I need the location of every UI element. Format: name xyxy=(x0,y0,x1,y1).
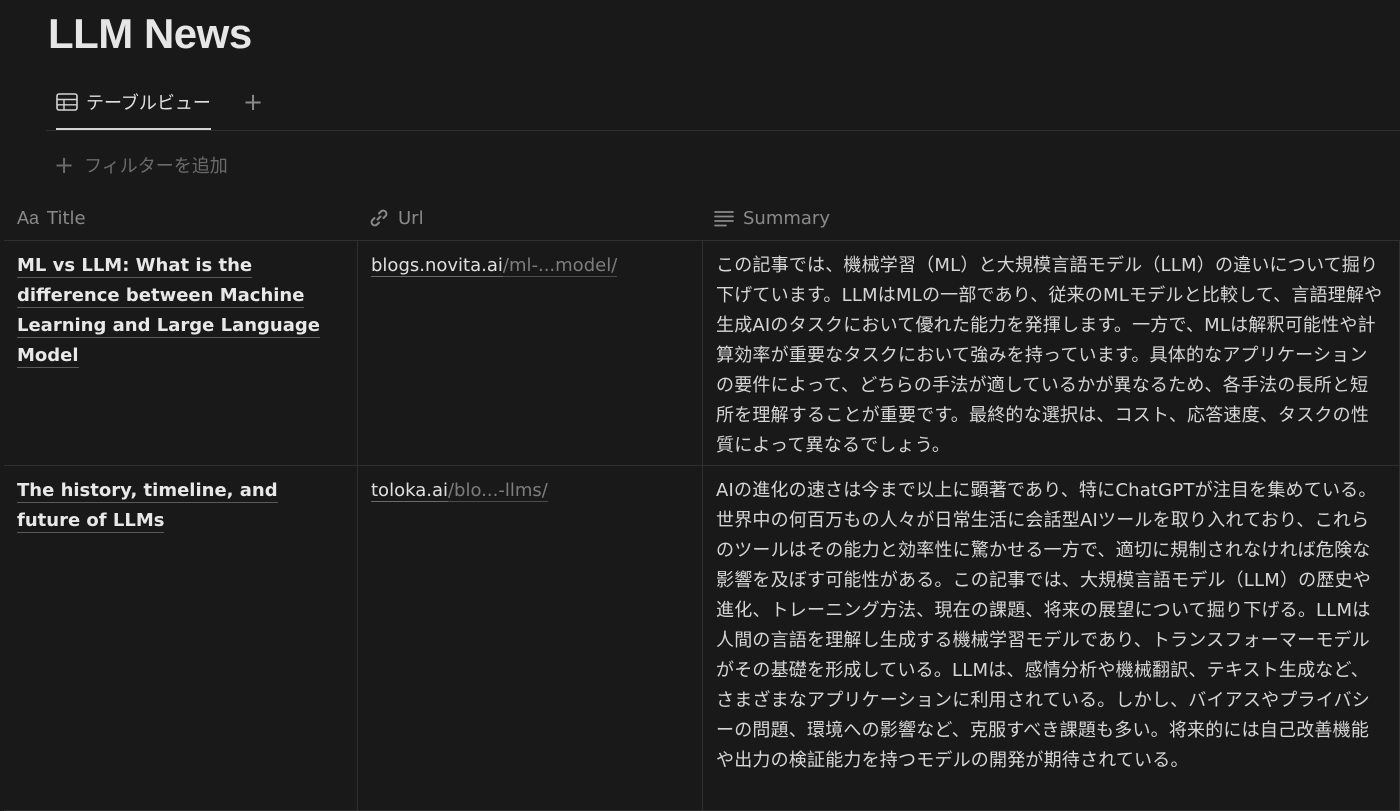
url-link[interactable]: toloka.ai/blo...-llms/ xyxy=(371,476,690,506)
summary-cell[interactable]: AIの進化の速さは今まで以上に顕著であり、特にChatGPTが注目を集めている。… xyxy=(703,466,1400,810)
title-cell[interactable]: ML vs LLM: What is the difference betwee… xyxy=(4,241,358,465)
table-icon xyxy=(56,93,78,111)
url-path: /ml-...model/ xyxy=(502,255,618,277)
view-bar: テーブルビュー + xyxy=(46,84,1400,131)
column-label: Summary xyxy=(743,207,830,229)
add-filter-button[interactable]: + フィルターを追加 xyxy=(54,150,228,180)
database-table: Aa Title Url Summary ML vs LLM: What is … xyxy=(4,196,1400,811)
summary-text: AIの進化の速さは今まで以上に顕著であり、特にChatGPTが注目を集めている。… xyxy=(716,480,1377,771)
url-path: /blo...-llms/ xyxy=(447,480,548,502)
column-label: Title xyxy=(47,207,86,229)
row-title: The history, timeline, and future of LLM… xyxy=(17,480,278,533)
text-lines-icon xyxy=(713,209,735,227)
url-cell[interactable]: toloka.ai/blo...-llms/ xyxy=(358,466,703,810)
url-host: blogs.novita.ai xyxy=(371,255,503,277)
url-host: toloka.ai xyxy=(371,480,448,502)
column-header-url[interactable]: Url xyxy=(358,196,703,240)
url-link[interactable]: blogs.novita.ai/ml-...model/ xyxy=(371,251,690,281)
plus-icon: + xyxy=(54,151,75,179)
summary-cell[interactable]: この記事では、機械学習（ML）と大規模言語モデル（LLM）の違いについて掘り下げ… xyxy=(703,241,1400,465)
table-header: Aa Title Url Summary xyxy=(4,196,1400,241)
text-type-icon: Aa xyxy=(17,207,40,228)
column-header-summary[interactable]: Summary xyxy=(703,196,1400,240)
summary-text: この記事では、機械学習（ML）と大規模言語モデル（LLM）の違いについて掘り下げ… xyxy=(716,255,1383,456)
row-title-link[interactable]: ML vs LLM: What is the difference betwee… xyxy=(17,251,345,371)
tab-label: テーブルビュー xyxy=(86,93,211,114)
title-cell[interactable]: The history, timeline, and future of LLM… xyxy=(4,466,358,810)
tab-table-view[interactable]: テーブルビュー xyxy=(56,88,211,130)
link-icon xyxy=(368,207,390,229)
column-header-title[interactable]: Aa Title xyxy=(4,196,358,240)
row-title: ML vs LLM: What is the difference betwee… xyxy=(17,255,320,368)
column-label: Url xyxy=(398,207,424,229)
add-view-button[interactable]: + xyxy=(242,88,264,116)
table-row: The history, timeline, and future of LLM… xyxy=(4,466,1400,811)
table-row: ML vs LLM: What is the difference betwee… xyxy=(4,241,1400,466)
url-cell[interactable]: blogs.novita.ai/ml-...model/ xyxy=(358,241,703,465)
add-filter-label: フィルターを追加 xyxy=(84,156,228,177)
page-title[interactable]: LLM News xyxy=(48,10,252,58)
row-title-link[interactable]: The history, timeline, and future of LLM… xyxy=(17,476,345,536)
